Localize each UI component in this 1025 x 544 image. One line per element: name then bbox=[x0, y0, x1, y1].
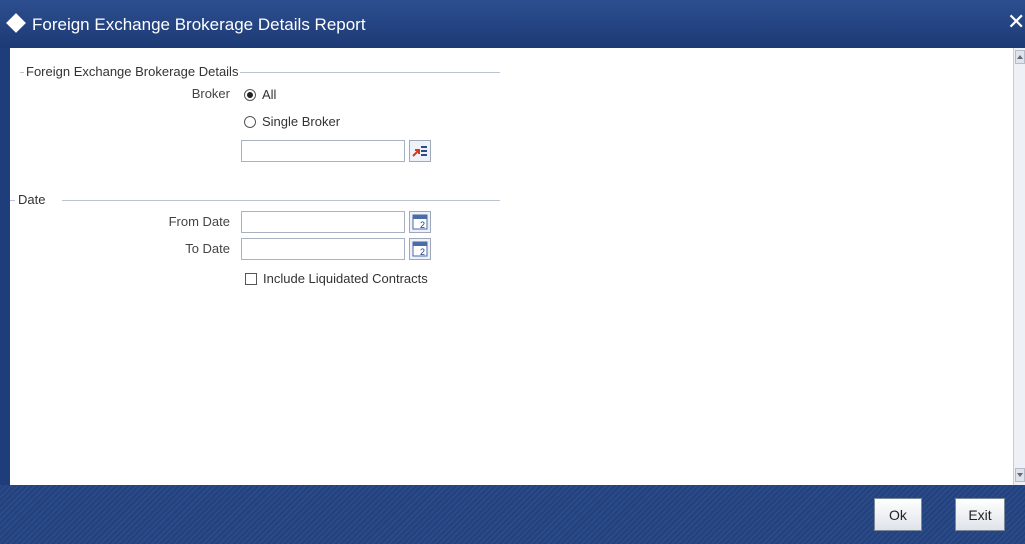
include-liquidated-checkbox[interactable] bbox=[245, 273, 257, 285]
exit-button[interactable]: Exit bbox=[955, 498, 1005, 531]
calendar-icon: 2 bbox=[412, 241, 428, 257]
vertical-scrollbar[interactable] bbox=[1013, 48, 1025, 485]
from-date-calendar-button[interactable]: 2 bbox=[409, 211, 431, 233]
form-content: Foreign Exchange Brokerage Details Broke… bbox=[10, 48, 1013, 485]
calendar-icon: 2 bbox=[412, 214, 428, 230]
from-date-label: From Date bbox=[168, 214, 230, 229]
ok-button[interactable]: Ok bbox=[874, 498, 922, 531]
broker-code-input[interactable] bbox=[241, 140, 405, 162]
scroll-down-arrow-icon[interactable] bbox=[1015, 468, 1025, 482]
broker-single-label[interactable]: Single Broker bbox=[262, 114, 340, 129]
broker-label: Broker bbox=[191, 86, 230, 101]
section-title-date: Date bbox=[16, 192, 48, 207]
broker-all-label[interactable]: All bbox=[262, 87, 276, 102]
window-left-border bbox=[0, 48, 10, 485]
include-liquidated-label[interactable]: Include Liquidated Contracts bbox=[263, 271, 428, 286]
footer-bar: Ok Exit bbox=[0, 485, 1025, 544]
scroll-up-arrow-icon[interactable] bbox=[1015, 50, 1025, 64]
window-title: Foreign Exchange Brokerage Details Repor… bbox=[32, 15, 366, 34]
section-title-brokerage: Foreign Exchange Brokerage Details bbox=[24, 64, 241, 79]
broker-all-radio[interactable] bbox=[244, 89, 256, 101]
list-of-values-icon bbox=[412, 146, 427, 157]
to-date-label: To Date bbox=[185, 241, 230, 256]
close-icon[interactable]: ✕ bbox=[1007, 11, 1025, 33]
broker-lov-button[interactable] bbox=[409, 140, 431, 162]
window-diamond-icon bbox=[6, 13, 26, 33]
from-date-input[interactable] bbox=[241, 211, 405, 233]
to-date-calendar-button[interactable]: 2 bbox=[409, 238, 431, 260]
section-tick bbox=[10, 200, 15, 201]
to-date-input[interactable] bbox=[241, 238, 405, 260]
window-titlebar: Foreign Exchange Brokerage Details Repor… bbox=[0, 0, 1025, 49]
section-divider bbox=[62, 200, 500, 201]
broker-single-radio[interactable] bbox=[244, 116, 256, 128]
svg-text:2: 2 bbox=[420, 220, 425, 230]
svg-text:2: 2 bbox=[420, 247, 425, 257]
